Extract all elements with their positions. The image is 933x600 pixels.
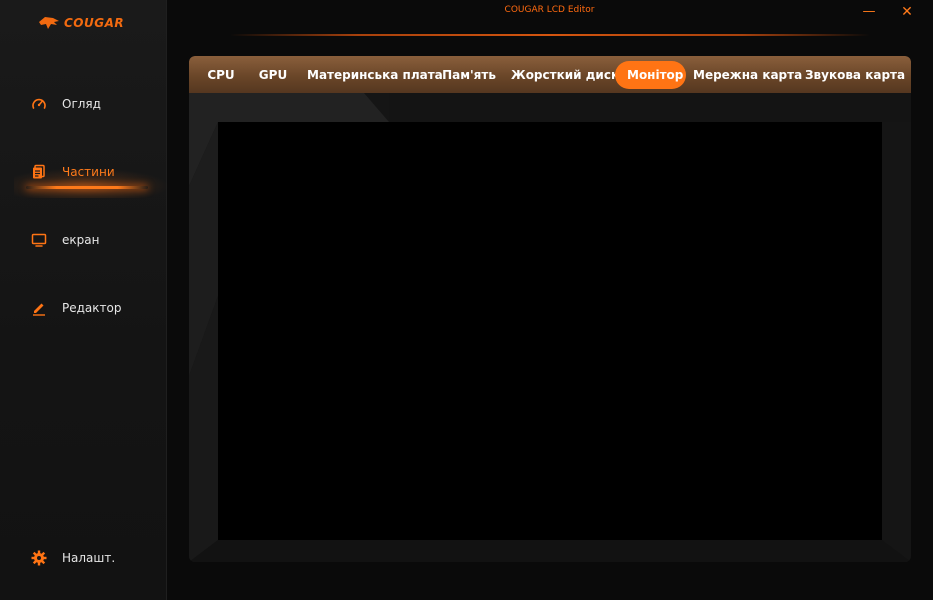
parts-tabbar: CPU GPU Материнська плата Пам'ять Жорстк… bbox=[189, 56, 911, 93]
sidebar-item-settings[interactable]: Налашт. bbox=[30, 547, 150, 569]
sidebar-item-parts[interactable]: Частини bbox=[30, 161, 150, 183]
cougar-head-icon bbox=[39, 17, 59, 29]
lcd-preview-area[interactable] bbox=[218, 122, 882, 540]
pen-icon bbox=[30, 299, 48, 317]
active-item-underline bbox=[26, 186, 148, 189]
tab-monitor[interactable]: Монітор bbox=[615, 61, 686, 89]
parts-icon bbox=[30, 163, 48, 181]
tab-hard-disk[interactable]: Жорсткий диск bbox=[511, 61, 619, 89]
tab-gpu[interactable]: GPU bbox=[255, 61, 291, 89]
app-window: COUGAR Огляд Частини екран Редактор Нала… bbox=[0, 0, 933, 600]
speedometer-icon bbox=[30, 95, 48, 113]
monitor-icon bbox=[30, 231, 48, 249]
tab-sound-card[interactable]: Звукова карта bbox=[805, 61, 905, 89]
sidebar-item-label: Огляд bbox=[62, 97, 101, 111]
window-title: COUGAR LCD Editor bbox=[504, 5, 595, 15]
sidebar-item-label: Налашт. bbox=[62, 551, 116, 565]
main-panel: CPU GPU Материнська плата Пам'ять Жорстк… bbox=[189, 56, 911, 562]
tab-memory[interactable]: Пам'ять bbox=[441, 61, 497, 89]
tab-cpu[interactable]: CPU bbox=[203, 61, 239, 89]
sidebar-item-editor[interactable]: Редактор bbox=[30, 297, 150, 319]
close-button[interactable]: ✕ bbox=[896, 3, 918, 21]
sidebar: COUGAR Огляд Частини екран Редактор Нала… bbox=[0, 0, 170, 600]
sidebar-item-label: Частини bbox=[62, 165, 115, 179]
sidebar-item-label: екран bbox=[62, 233, 100, 247]
sidebar-item-label: Редактор bbox=[62, 301, 122, 315]
sidebar-item-overview[interactable]: Огляд bbox=[30, 93, 150, 115]
title-divider bbox=[230, 34, 870, 36]
logo-text: COUGAR bbox=[64, 16, 125, 30]
tab-network-card[interactable]: Мережна карта bbox=[693, 61, 802, 89]
minimize-button[interactable]: — bbox=[858, 3, 880, 21]
sidebar-item-screen[interactable]: екран bbox=[30, 229, 150, 251]
tab-motherboard[interactable]: Материнська плата bbox=[307, 61, 443, 89]
gear-icon bbox=[30, 549, 48, 567]
cougar-logo: COUGAR bbox=[38, 14, 124, 32]
